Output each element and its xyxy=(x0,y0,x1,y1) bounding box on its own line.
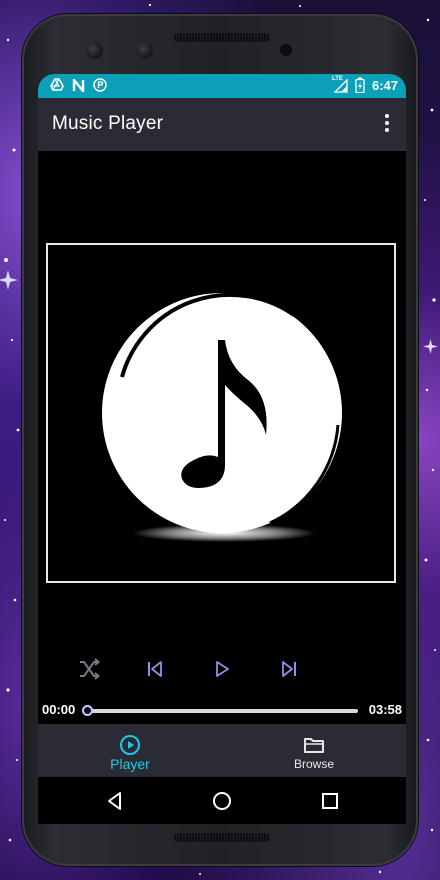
phone-frame: LTE 6:47 Music Player 00:00 03:58 Player… xyxy=(22,14,418,866)
music-note-icon xyxy=(102,292,342,542)
next-button[interactable] xyxy=(274,654,304,684)
album-art xyxy=(46,243,396,583)
n-notification-icon xyxy=(72,78,85,92)
recents-icon[interactable] xyxy=(318,789,342,813)
status-bar-notifications xyxy=(50,78,107,92)
seek-bar-thumb[interactable] xyxy=(82,705,93,716)
front-camera-secondary xyxy=(136,42,153,59)
earpiece-speaker xyxy=(174,33,270,42)
nav-item-browse[interactable]: Browse xyxy=(222,724,406,777)
seek-bar-track[interactable] xyxy=(86,709,358,713)
previous-button[interactable] xyxy=(140,654,170,684)
system-navigation-bar xyxy=(38,777,406,824)
nav-item-player[interactable]: Player xyxy=(38,724,222,777)
overflow-menu-icon[interactable] xyxy=(384,114,390,134)
play-circle-icon xyxy=(120,735,140,755)
lte-signal-icon: LTE xyxy=(332,76,348,93)
bottom-speaker xyxy=(174,833,270,842)
folder-icon xyxy=(304,738,324,753)
nav-item-label: Browse xyxy=(293,757,334,771)
app-bar: Music Player xyxy=(38,98,406,151)
proximity-sensor xyxy=(280,44,292,56)
nav-item-label: Player xyxy=(110,756,150,772)
shuffle-button[interactable] xyxy=(74,654,104,684)
back-icon[interactable] xyxy=(103,789,127,813)
playback-controls xyxy=(38,654,406,684)
screen: LTE 6:47 Music Player 00:00 03:58 Player… xyxy=(38,74,406,824)
current-time: 00:00 xyxy=(42,702,76,717)
circle-p-icon xyxy=(93,78,107,92)
status-bar: LTE 6:47 xyxy=(38,74,406,98)
total-duration: 03:58 xyxy=(368,702,402,717)
app-title: Music Player xyxy=(52,113,164,134)
play-button[interactable] xyxy=(207,654,237,684)
skip-previous-icon xyxy=(148,661,162,677)
skip-next-icon xyxy=(282,661,296,677)
drive-icon xyxy=(50,78,64,91)
front-camera xyxy=(86,42,103,59)
status-bar-system: LTE 6:47 xyxy=(332,76,398,93)
clock: 6:47 xyxy=(371,77,398,93)
battery-charging-icon xyxy=(355,77,365,93)
bottom-navigation: Player Browse xyxy=(38,724,406,777)
seek-bar-row: 00:00 03:58 xyxy=(38,696,406,722)
shuffle-icon xyxy=(80,658,100,680)
home-icon[interactable] xyxy=(210,789,234,813)
play-icon xyxy=(216,661,229,677)
